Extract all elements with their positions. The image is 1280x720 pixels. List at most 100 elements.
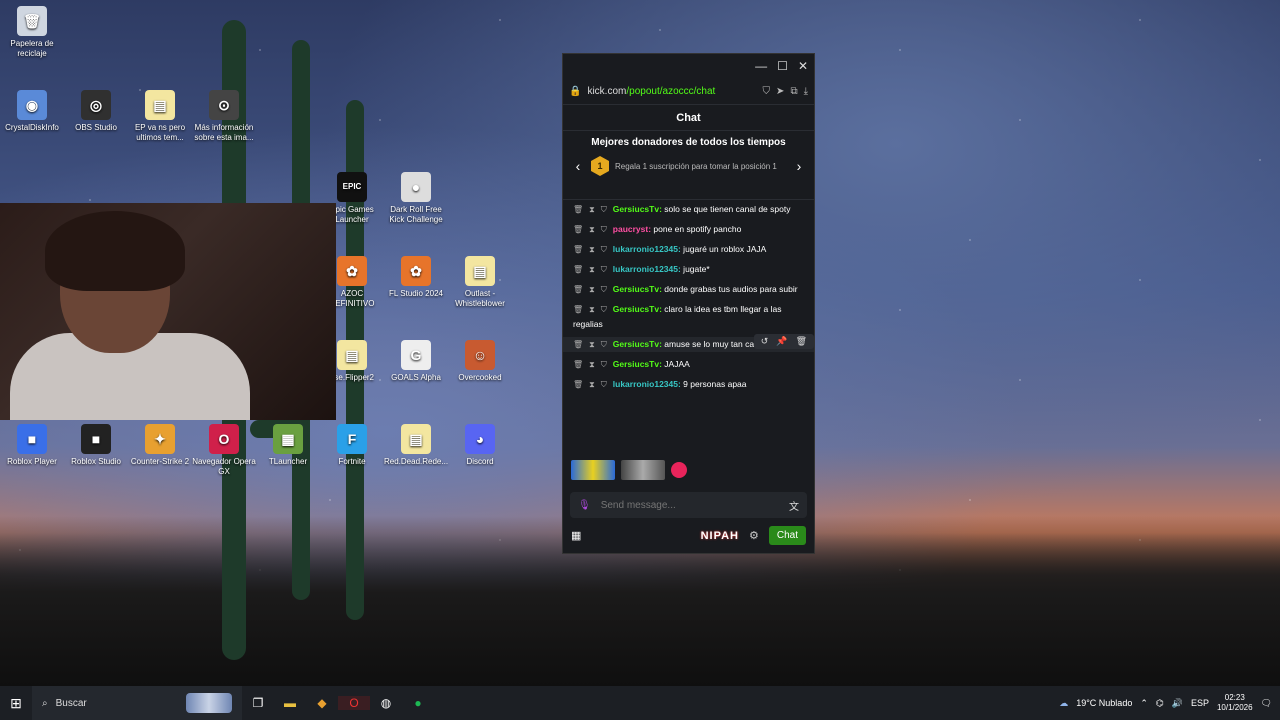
ban-icon[interactable]: ⛉ [601, 340, 607, 349]
desktop-icon[interactable]: ▤ EP va ns pero ultimos tem... [128, 90, 192, 143]
timeout-icon[interactable]: ⧗ [589, 225, 595, 234]
timeout-icon[interactable]: ⧗ [589, 380, 595, 389]
timeout-icon[interactable]: ⧗ [589, 265, 595, 274]
chat-message[interactable]: 🗑 ⧗ ⛉ GersiucsTv: claro la idea es tbm lleg… [573, 302, 804, 332]
spotify-icon[interactable]: ● [402, 696, 434, 710]
desktop-icon[interactable]: F Fortnite [320, 424, 384, 467]
maximize-button[interactable]: ☐ [777, 59, 788, 73]
minimize-button[interactable]: — [755, 59, 767, 73]
timeout-icon[interactable]: ⧗ [589, 245, 595, 254]
emote-car[interactable] [571, 460, 615, 480]
desktop-icon[interactable]: ▤ Outlast - Whistleblower [448, 256, 512, 309]
ban-icon[interactable]: ⛉ [601, 285, 607, 294]
opera-gx-taskbar-icon[interactable]: O [338, 696, 370, 710]
reply-icon[interactable]: ↺ [761, 336, 769, 346]
emote-face[interactable] [621, 460, 665, 480]
desktop-icon[interactable]: ■ Roblox Studio [64, 424, 128, 467]
search-highlight-image[interactable] [186, 693, 232, 713]
desktop-icon[interactable]: ▤ Red.Dead.Rede... [384, 424, 448, 467]
timeout-icon[interactable]: ⧗ [589, 340, 595, 349]
chat-message[interactable]: 🗑 ⧗ ⛉ GersiucsTv: donde grabas tus audios p… [573, 282, 804, 297]
desktop-icon[interactable]: ◉ CrystalDiskInfo [0, 90, 64, 133]
timeout-icon[interactable]: ⧗ [589, 305, 595, 314]
desktop-icon[interactable]: ◕ Discord [448, 424, 512, 467]
chat-username[interactable]: GersiucsTv: [613, 339, 662, 349]
ban-icon[interactable]: ⛉ [601, 360, 607, 369]
translate-icon[interactable]: 文 [789, 498, 799, 513]
language-indicator[interactable]: ESP [1191, 698, 1209, 708]
chat-username[interactable]: paucryst: [613, 224, 651, 234]
trash-icon[interactable]: 🗑 [573, 340, 583, 349]
network-icon[interactable]: ⌬ [1156, 698, 1164, 709]
trash-icon[interactable]: 🗑 [573, 205, 583, 214]
trash-icon[interactable]: 🗑 [573, 245, 583, 254]
taskbar-search[interactable]: ⌕ Buscar [32, 686, 242, 720]
chat-message[interactable]: 🗑 ⧗ ⛉ paucryst: pone en spotify pancho [573, 222, 804, 237]
ban-icon[interactable]: ⛉ [601, 225, 607, 234]
timeout-icon[interactable]: ⧗ [589, 360, 595, 369]
weather-text[interactable]: 19°C Nublado [1076, 698, 1132, 708]
address-bar[interactable]: 🔒 kick.com/popout/azoccc/chat ⛉ ➤ ⧉ ⤓ [563, 78, 814, 105]
message-input-box[interactable]: 🎙 文 [570, 492, 807, 518]
desktop-icon[interactable]: ◎ OBS Studio [64, 90, 128, 133]
gift-icon[interactable]: ▦ [571, 529, 581, 542]
chevron-up-icon[interactable]: ⌃ [1140, 698, 1148, 709]
next-arrow-icon[interactable]: › [792, 158, 806, 174]
url-text[interactable]: kick.com/popout/azoccc/chat [587, 86, 756, 97]
browser-icon[interactable]: ◆ [306, 696, 338, 710]
desktop-icon[interactable]: 🗑 Papelera de reciclaje [0, 6, 64, 59]
ban-icon[interactable]: ⛉ [601, 305, 607, 314]
trash-icon[interactable]: 🗑 [573, 285, 583, 294]
chat-username[interactable]: GersiucsTv: [613, 304, 662, 314]
ban-icon[interactable]: ⛉ [601, 205, 607, 214]
ban-icon[interactable]: ⛉ [601, 380, 607, 389]
desktop-icon[interactable]: ▦ TLauncher [256, 424, 320, 467]
desktop-icon[interactable]: G GOALS Alpha [384, 340, 448, 383]
windows-start-icon[interactable]: ⊞ [0, 695, 32, 712]
desktop-icon[interactable]: ● Dark Roll Free Kick Challenge [384, 172, 448, 225]
chat-message[interactable]: 🗑 ⧗ ⛉ GersiucsTv: JAJAA [573, 357, 804, 372]
trash-icon[interactable]: 🗑 [573, 380, 583, 389]
trash-icon[interactable]: 🗑 [573, 360, 583, 369]
chat-username[interactable]: lukarronio12345: [613, 379, 681, 389]
timeout-icon[interactable]: ⧗ [589, 205, 595, 214]
chat-username[interactable]: GersiucsTv: [613, 359, 662, 369]
chat-username[interactable]: GersiucsTv: [613, 204, 662, 214]
settings-gear-icon[interactable]: ⚙ [749, 529, 759, 542]
emote-pink[interactable] [671, 462, 687, 478]
trash-icon[interactable]: 🗑 [573, 305, 583, 314]
download-icon[interactable]: ⤓ [804, 86, 808, 97]
chat-username[interactable]: GersiucsTv: [613, 284, 662, 294]
file-explorer-icon[interactable]: ▬ [274, 696, 306, 710]
chat-send-button[interactable]: Chat [768, 526, 806, 545]
desktop-icon[interactable]: ■ Roblox Player [0, 424, 64, 467]
chat-username[interactable]: lukarronio12345: [613, 244, 681, 254]
chat-message[interactable]: 🗑 ⧗ ⛉ GersiucsTv: solo se que tienen canal … [573, 202, 804, 217]
notifications-icon[interactable]: 🗨 [1261, 698, 1272, 709]
message-input[interactable] [598, 498, 781, 512]
shield-icon[interactable]: ⛉ [763, 86, 771, 97]
chat-message[interactable]: 🗑 ⧗ ⛉ lukarronio12345: jugaré un roblox JAJ… [573, 242, 804, 257]
ban-icon[interactable]: ⛉ [601, 245, 607, 254]
task-view-icon[interactable]: ❐ [242, 696, 274, 710]
close-button[interactable]: ✕ [798, 59, 808, 73]
chat-username[interactable]: lukarronio12345: [613, 264, 681, 274]
desktop-icon[interactable]: ✦ Counter-Strike 2 [128, 424, 192, 467]
clock[interactable]: 02:23 10/1/2026 [1217, 693, 1253, 713]
trash-icon[interactable]: 🗑 [573, 265, 583, 274]
ban-icon[interactable]: ⛉ [601, 265, 607, 274]
extension-icon[interactable]: ⧉ [790, 86, 797, 97]
nipah-logo[interactable]: NIPAH [701, 530, 739, 542]
desktop-icon[interactable]: ☺ Overcooked [448, 340, 512, 383]
chat-message[interactable]: 🗑 ⧗ ⛉ GersiucsTv: amuse se lo muy tan cara ↺… [563, 334, 814, 352]
prev-arrow-icon[interactable]: ‹ [571, 158, 585, 174]
pin-icon[interactable]: 📌 [776, 336, 787, 346]
microphone-icon[interactable]: 🎙 [578, 500, 591, 511]
desktop-icon[interactable]: O Navegador Opera GX [192, 424, 256, 477]
chrome-icon[interactable]: ◍ [370, 696, 402, 710]
timeout-icon[interactable]: ⧗ [589, 285, 595, 294]
volume-icon[interactable]: 🔊 [1172, 698, 1183, 709]
send-icon[interactable]: ➤ [776, 86, 784, 97]
desktop-icon[interactable]: ⊙ Más información sobre esta ima... [192, 90, 256, 143]
desktop-icon[interactable]: ✿ FL Studio 2024 [384, 256, 448, 299]
